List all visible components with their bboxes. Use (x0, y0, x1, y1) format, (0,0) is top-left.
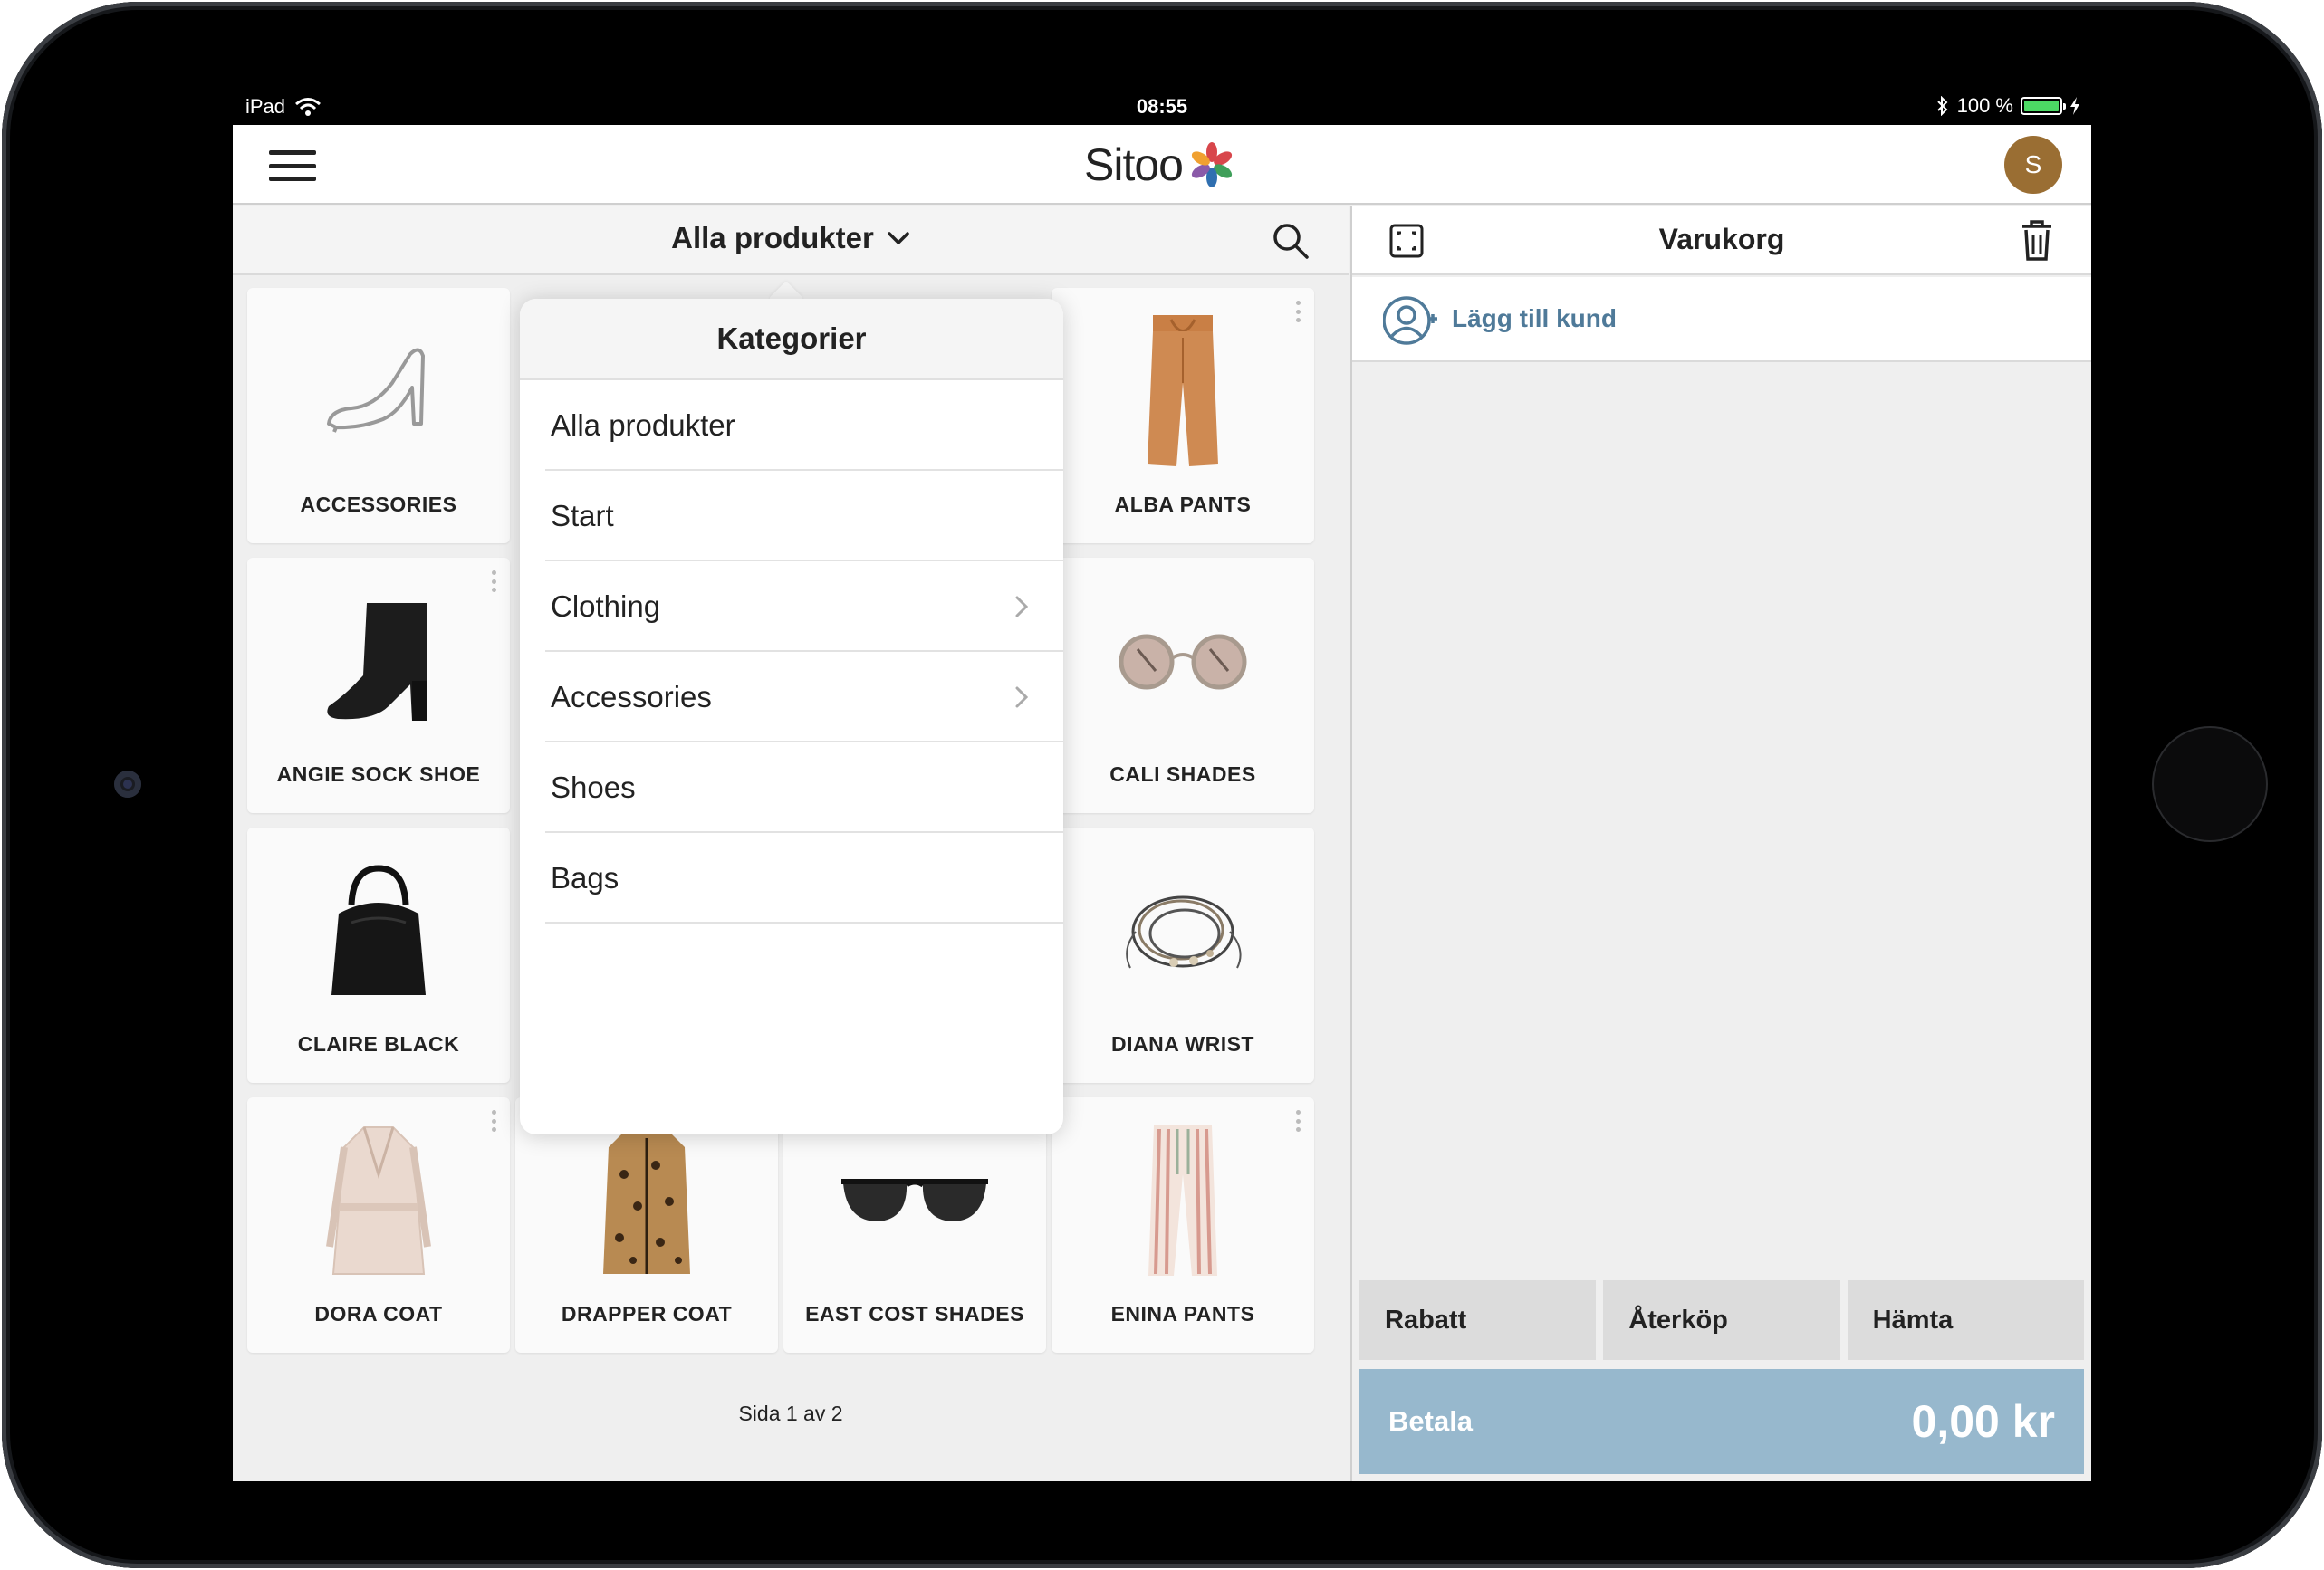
menu-icon[interactable] (269, 150, 316, 181)
battery-percent: 100 % (1956, 94, 2013, 117)
pay-button[interactable]: Betala 0,00 kr (1359, 1369, 2084, 1474)
flower-logo-icon (1191, 142, 1233, 187)
bluetooth-icon (1936, 96, 1948, 116)
boot-icon (327, 603, 427, 721)
popover-title: Kategorier (520, 299, 1063, 380)
cart-total: 0,00 kr (1911, 1396, 2055, 1447)
category-item-bags[interactable]: Bags (520, 833, 1063, 924)
coat-icon (326, 1126, 431, 1275)
camera-icon (114, 771, 141, 798)
product-tile-label: ENINA PANTS (1110, 1302, 1255, 1326)
home-button[interactable] (2152, 726, 2268, 842)
product-tile-label: ALBA PANTS (1114, 493, 1252, 516)
product-tile-angie-sock-shoe[interactable]: ANGIE SOCK SHOE (247, 558, 510, 813)
cart-actions: Rabatt Återköp Hämta (1359, 1280, 2084, 1360)
product-tile-label: DIANA WRIST (1111, 1032, 1254, 1056)
battery-icon (2021, 97, 2066, 115)
cart-panel: Varukorg Lägg till kund Rabatt Återköp H… (1350, 206, 2091, 1481)
product-tile-cali-shades[interactable]: CALI SHADES (1052, 558, 1314, 813)
product-tile-dora-coat[interactable]: DORA COAT (247, 1097, 510, 1353)
return-button[interactable]: Återköp (1603, 1280, 1840, 1360)
cart-title: Varukorg (1658, 223, 1785, 255)
sunglasses-icon (841, 1179, 988, 1221)
pay-label: Betala (1388, 1405, 1474, 1437)
category-dropdown[interactable]: Alla produkter (233, 221, 1349, 255)
chevron-right-icon (1015, 686, 1029, 708)
category-item-label: Alla produkter (551, 408, 735, 442)
product-tile-accessories[interactable]: ACCESSORIES (247, 288, 510, 543)
category-bar: Alla produkter (233, 206, 1349, 275)
user-avatar[interactable]: S (2004, 136, 2062, 194)
pants-icon (1148, 315, 1218, 466)
round-sunglasses-icon (1119, 634, 1247, 690)
category-item-label: Bags (551, 861, 619, 895)
category-item-alla-produkter[interactable]: Alla produkter (520, 380, 1063, 471)
chevron-down-icon (888, 232, 909, 244)
product-tile-diana-wrist[interactable]: DIANA WRIST (1052, 828, 1314, 1083)
category-item-label: Shoes (551, 771, 636, 804)
product-tile-label: CLAIRE BLACK (297, 1032, 460, 1056)
category-item-label: Start (551, 499, 614, 532)
striped-pants-icon (1148, 1125, 1217, 1276)
category-item-accessories[interactable]: Accessories (520, 652, 1063, 742)
charging-icon (2070, 97, 2079, 115)
categories-popover: Kategorier Alla produkter Start Clothing… (520, 299, 1063, 1134)
product-tile-label: DORA COAT (314, 1302, 443, 1326)
add-customer-button[interactable]: Lägg till kund (1352, 277, 2091, 362)
product-tile-enina-pants[interactable]: ENINA PANTS (1052, 1097, 1314, 1353)
category-dropdown-label: Alla produkter (671, 221, 874, 254)
product-tile-alba-pants[interactable]: ALBA PANTS (1052, 288, 1314, 543)
product-tile-label: ACCESSORIES (300, 493, 457, 516)
app-header: Sitoo S (233, 125, 2091, 205)
search-icon[interactable] (1271, 221, 1311, 261)
chevron-right-icon (1015, 596, 1029, 617)
shoe-outline-icon (327, 348, 425, 433)
handbag-icon (331, 865, 426, 995)
screen: iPad 08:55 100 % Sitoo S Alla produkter … (233, 87, 2091, 1481)
discount-button[interactable]: Rabatt (1359, 1280, 1597, 1360)
product-tile-claire-black[interactable]: CLAIRE BLACK (247, 828, 510, 1083)
add-user-icon (1383, 296, 1437, 345)
product-tile-east-cost-shades[interactable]: EAST COST SHADES (783, 1097, 1046, 1353)
product-tile-drapper-coat[interactable]: DRAPPER COAT (515, 1097, 778, 1353)
trash-icon[interactable] (2019, 219, 2055, 263)
cart-header: Varukorg (1352, 206, 2091, 275)
clock: 08:55 (1136, 95, 1188, 118)
category-item-label: Clothing (551, 589, 661, 623)
status-bar: iPad 08:55 100 % (233, 87, 2091, 125)
product-tile-label: ANGIE SOCK SHOE (276, 762, 481, 786)
add-customer-label: Lägg till kund (1452, 304, 1617, 332)
bracelet-icon (1126, 895, 1242, 969)
category-item-start[interactable]: Start (520, 471, 1063, 561)
leopard-coat-icon (603, 1127, 690, 1274)
product-tile-label: DRAPPER COAT (561, 1302, 733, 1326)
category-item-label: Accessories (551, 680, 712, 713)
page-indicator: Sida 1 av 2 (738, 1402, 843, 1425)
brand-logo: Sitoo (1084, 138, 1237, 192)
category-item-shoes[interactable]: Shoes (520, 742, 1063, 833)
product-tile-label: CALI SHADES (1109, 762, 1256, 786)
category-item-clothing[interactable]: Clothing (520, 561, 1063, 652)
brand-name: Sitoo (1084, 139, 1184, 190)
product-tile-label: EAST COST SHADES (805, 1302, 1024, 1326)
fetch-button[interactable]: Hämta (1847, 1280, 2084, 1360)
